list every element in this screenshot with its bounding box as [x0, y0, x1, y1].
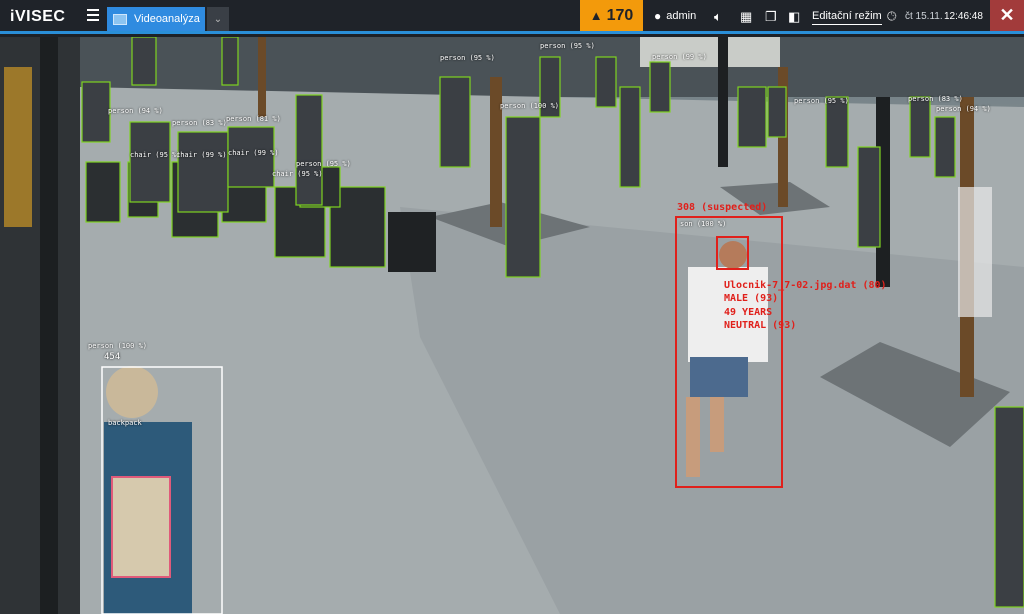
detection-label: chair (95 %)	[272, 170, 323, 178]
foreground-id-label: 454	[104, 352, 121, 362]
sidebar-icon[interactable]: ◧	[788, 9, 800, 25]
monitor-icon	[113, 13, 127, 25]
detection-label: chair (99 %)	[176, 151, 227, 159]
tab-label: Videoanalýza	[134, 13, 200, 25]
app-logo: iVISEC	[10, 8, 66, 25]
suspect-gender-label: MALE (93)	[724, 293, 779, 304]
detection-label: person (95 %)	[794, 97, 849, 105]
suspect-person-label: son (100 %)	[680, 220, 727, 228]
user-name: admin	[666, 10, 697, 22]
detection-label: person (95 %)	[296, 160, 351, 168]
tab-videoanalyza[interactable]: Videoanalýza	[107, 7, 205, 31]
video-scene	[0, 37, 1024, 614]
umbrella	[4, 67, 32, 227]
detection-label: person (100 %)	[500, 102, 560, 110]
detection-label: person (94 %)	[108, 107, 163, 115]
tree-trunk	[258, 37, 266, 117]
chevron-down-icon: ⌄	[213, 13, 223, 25]
detection-label: chair (99 %)	[228, 149, 279, 157]
foreground-bag-label: backpack	[108, 419, 142, 427]
top-bar: iVISEC Videoanalýza ⌄ ▲ 170 ● admin 🔈︎ ▦…	[0, 0, 1024, 34]
alert-triangle-icon: ▲	[589, 8, 603, 23]
time-display: 12:46:48	[944, 11, 983, 22]
detection-label: person (94 %)	[936, 105, 991, 113]
tree-trunk	[490, 77, 502, 227]
layout-grid-icon[interactable]: ▦	[740, 9, 752, 25]
suspect-emotion-label: NEUTRAL (93)	[724, 320, 797, 331]
detection-label: person (83 %)	[908, 95, 963, 103]
detection-label: person (99 %)	[652, 53, 707, 61]
close-icon: ✕	[999, 5, 1015, 25]
clock-icon: 🕒︎	[887, 9, 897, 23]
alerts-button[interactable]: ▲ 170	[580, 0, 643, 31]
suspect-age-label: 49 YEARS	[724, 307, 773, 318]
detection-label: chair (95 %)	[130, 151, 181, 159]
detection-label: person (95 %)	[540, 42, 595, 50]
date-display: čt 15.11.	[905, 11, 943, 22]
street-pole	[718, 37, 728, 167]
menu-icon[interactable]	[84, 6, 102, 26]
tab-dropdown-button[interactable]: ⌄	[207, 7, 229, 31]
edit-mode-link[interactable]: Editační režim	[812, 10, 882, 25]
mute-icon[interactable]: 🔈︎	[714, 9, 722, 25]
user-icon: ●	[654, 9, 662, 23]
person-figure	[958, 187, 992, 317]
suspect-match-label: Ulocnik-7_7-02.jpg.dat (80)	[724, 280, 887, 291]
planter	[388, 212, 436, 272]
suspect-header-label: 308 (suspected)	[677, 202, 768, 213]
foreground-person-label: person (100 %)	[88, 342, 148, 350]
door-frame	[40, 37, 58, 614]
detection-label: person (95 %)	[440, 54, 495, 62]
close-button[interactable]: ✕	[990, 0, 1024, 31]
alerts-count: 170	[606, 6, 634, 24]
video-feed[interactable]: 308 (suspected) son (100 %) Ulocnik-7_7-…	[0, 37, 1024, 614]
windows-icon[interactable]: ❐	[765, 9, 777, 25]
detection-label: person (83 %)	[172, 119, 227, 127]
user-menu[interactable]: ● admin	[654, 9, 696, 23]
detection-label: person (81 %)	[226, 115, 281, 123]
